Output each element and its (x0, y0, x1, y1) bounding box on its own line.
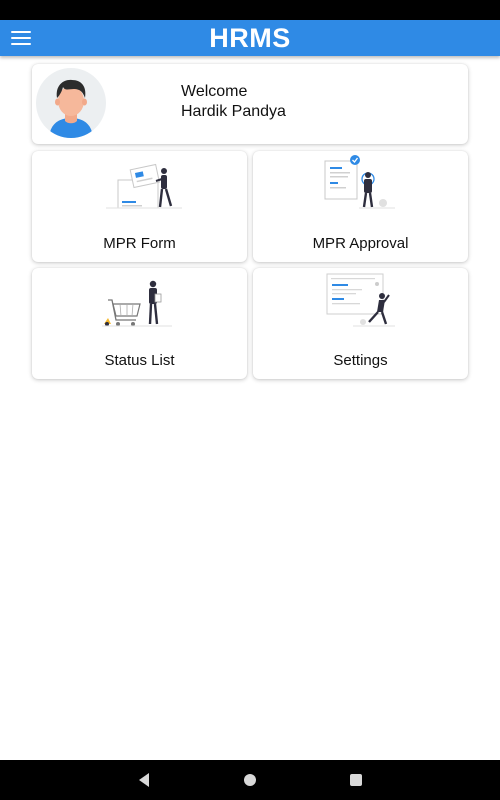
welcome-greeting: Welcome (181, 83, 248, 100)
status-list-tile[interactable]: Status List (32, 268, 247, 379)
recents-square-icon[interactable] (346, 770, 366, 790)
back-triangle-icon[interactable] (135, 770, 155, 790)
status-bar (0, 0, 500, 20)
welcome-card: Welcome Hardik Pandya (32, 64, 468, 144)
home-circle-icon[interactable] (240, 770, 260, 790)
settings-tile[interactable]: Settings (253, 268, 468, 379)
tile-label: Settings (333, 352, 388, 369)
user-avatar-icon (36, 68, 106, 138)
settings-illustration-icon (326, 273, 395, 327)
mpr-approval-tile[interactable]: MPR Approval (253, 151, 468, 262)
app-title: HRMS (209, 23, 291, 53)
system-navigation-bar (0, 760, 500, 800)
tile-label: Status List (104, 352, 175, 369)
mpr-form-tile[interactable]: MPR Form (32, 151, 247, 262)
approval-illustration-icon (324, 155, 395, 209)
shopping-cart-illustration-icon (102, 280, 172, 327)
tile-label: MPR Approval (312, 235, 409, 252)
user-name: Hardik Pandya (181, 103, 286, 120)
tile-label: MPR Form (103, 235, 176, 252)
app-bar: HRMS (0, 20, 500, 56)
form-illustration-icon (106, 163, 182, 209)
